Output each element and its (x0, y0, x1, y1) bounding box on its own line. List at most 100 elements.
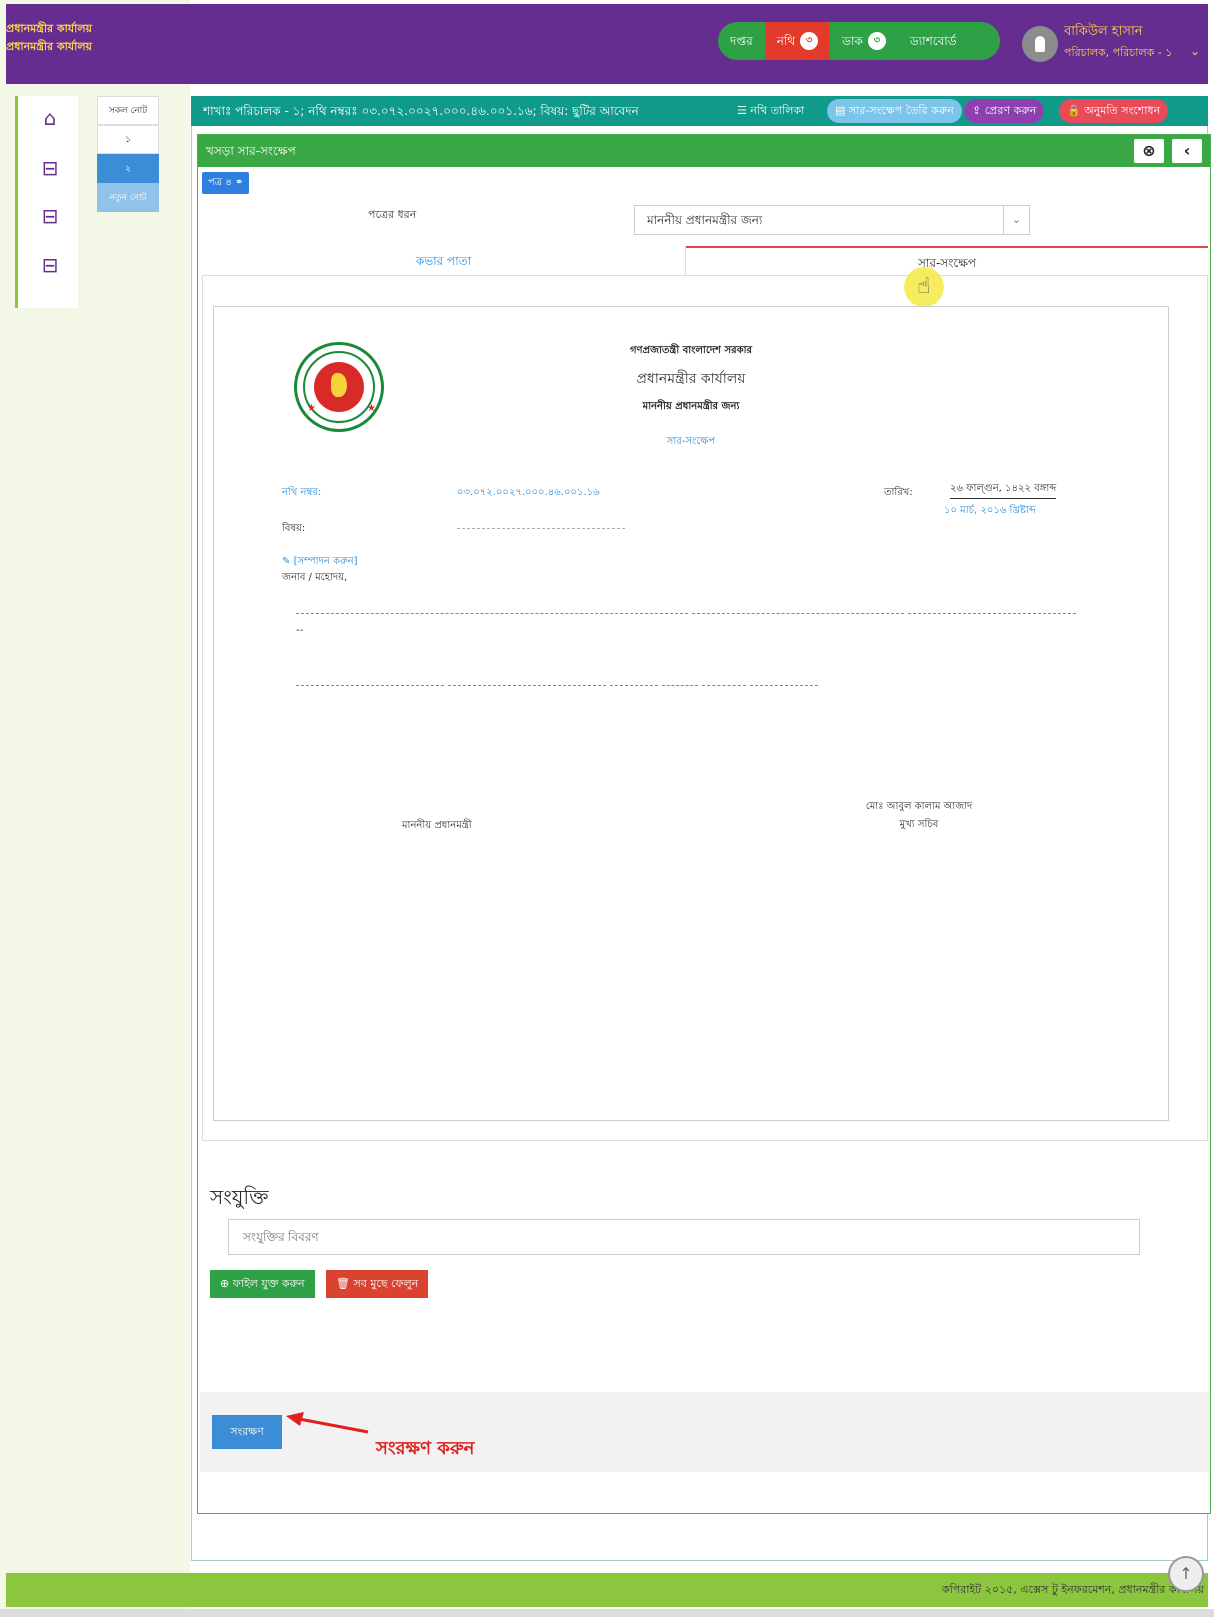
save-bar: সংরক্ষণ সংরক্ষণ করুন (200, 1392, 1210, 1472)
nav-nothi-label: নথি (776, 34, 796, 48)
clear-all-label: সব মুছে ফেলুন (353, 1277, 419, 1290)
panel-title: খসড়া সার-সংক্ষেপ (206, 144, 296, 158)
nav-office[interactable]: দপ্তর (718, 22, 765, 60)
nav-dak[interactable]: ডাক ৩ (830, 22, 898, 60)
dashed-line (908, 613, 1076, 614)
nav-office-label: দপ্তর (730, 34, 753, 48)
close-icon: ⊗ (1142, 141, 1156, 160)
dashed-line (296, 613, 688, 614)
org-line-2: প্রধানমন্ত্রীর কার্যালয় (6, 40, 92, 53)
doc-for: মাননীয় প্রধানমন্ত্রীর জন্য (642, 401, 740, 412)
user-name[interactable]: বাকিউল হাসান (1064, 22, 1142, 43)
send-label: প্রেরণ করুন (984, 104, 1037, 117)
dashed-line (662, 685, 698, 686)
org-line-1: প্রধানমন্ত্রীর কার্যালয় (6, 22, 92, 35)
pencil-icon: ✎ (282, 556, 291, 567)
org-name: প্রধানমন্ত্রীর কার্যালয় প্রধানমন্ত্রীর … (6, 20, 92, 56)
link-icon: ⚭ (235, 177, 244, 188)
doc-nothi-label: নথি নম্বর: (282, 487, 322, 498)
save-callout: সংরক্ষণ করুন (376, 1438, 475, 1459)
nothi-list-button[interactable]: ☰ নথি তালিকা (729, 99, 812, 123)
user-role[interactable]: পরিচালক, পরিচালক - ১ (1064, 44, 1172, 63)
doc-nothi-value: ০৩.০৭২.০০২৭.০০০.৪৬.০০১.১৬ (457, 487, 600, 498)
close-button[interactable]: ⊗ (1134, 139, 1164, 163)
trash-icon: 🗑 (336, 1277, 350, 1290)
note-item[interactable]: ১ (97, 125, 159, 154)
nothi-list-label: নথি তালিকা (750, 104, 805, 117)
dashed-line (692, 613, 904, 614)
send-button[interactable]: ⇪ প্রেরণ করুন (964, 99, 1045, 123)
chevron-left-icon: ‹ (1183, 141, 1191, 160)
new-note-button[interactable]: নতুন নোট (97, 183, 159, 212)
nothi-count-badge: ৩ (800, 32, 819, 50)
doc-date-bangla: ২৬ ফাল্গুন, ১৪২২ বঙ্গাব্দ (950, 481, 1057, 499)
doc-pm: মাননীয় প্রধানমন্ত্রী (402, 820, 472, 831)
all-notes-tab[interactable]: সকল নোট (97, 96, 159, 125)
attachment-description-input[interactable] (228, 1219, 1140, 1255)
notes-list: সকল নোট ১ ২ নতুন নোট (97, 96, 159, 212)
note-item[interactable]: ২ (97, 154, 159, 183)
nav-dashboard-label: ড্যাশবোর্ড (909, 34, 957, 48)
breadcrumb: শাখাঃ পরিচালক - ১; নথি নম্বরঃ ০৩.০৭২.০০২… (203, 104, 639, 118)
back-button[interactable]: ‹ (1172, 139, 1202, 163)
briefcase-icon[interactable]: ⊟ (36, 251, 64, 279)
copyright: কপিরাইট ২০১৫, এক্সেস টু ইনফরমেশন, প্রধান… (941, 1583, 1204, 1596)
user-icon (1035, 36, 1045, 52)
attachments-heading: সংযুক্তি (210, 1185, 269, 1209)
permission-label: অনুমতি সংশোধন (1084, 104, 1161, 117)
doc-secretary-title: মুখ্য সচিব (899, 819, 939, 830)
tab-body: ★ ★ গণপ্রজাতন্ত্রী বাংলাদেশ সরকার প্রধান… (202, 276, 1208, 1141)
add-file-label: ফাইল যুক্ত করুন (232, 1277, 305, 1290)
doc-tabs: কভার পাতা সার-সংক্ষেপ (202, 246, 1208, 276)
add-file-button[interactable]: ⊕ ফাইল যুক্ত করুন (210, 1270, 315, 1298)
doc-office: প্রধানমন্ত্রীর কার্যালয় (636, 371, 746, 387)
letter-type-select[interactable]: মাননীয় প্রধানমন্ত্রীর জন্য ⌄ (634, 205, 1030, 235)
chevron-down-icon: ⌄ (1003, 206, 1029, 234)
tab-cover[interactable]: কভার পাতা (202, 246, 686, 276)
clear-all-button[interactable]: 🗑 সব মুছে ফেলুন (326, 1270, 429, 1298)
edit-link-label: [সম্পাদন করুন] (293, 556, 358, 567)
app-footer: কপিরাইট ২০১৫, এক্সেস টু ইনফরমেশন, প্রধান… (6, 1573, 1208, 1607)
top-nav: দপ্তর নথি ৩ ডাক ৩ ড্যাশবোর্ড (718, 22, 1000, 60)
doc-salutation: জনাব / মহোদয়, (282, 572, 348, 583)
dashed-line (448, 685, 606, 686)
arrow-icon (286, 1412, 369, 1434)
doc-secretary-name: মোঃ আবুল কালাম আজাদ (865, 801, 973, 812)
home-icon[interactable]: ⌂ (36, 104, 64, 132)
chevron-down-icon[interactable]: ⌄ (1190, 44, 1200, 58)
doc-government: গণপ্রজাতন্ত্রী বাংলাদেশ সরকার (630, 345, 752, 356)
summary-document: ★ ★ গণপ্রজাতন্ত্রী বাংলাদেশ সরকার প্রধান… (213, 306, 1169, 1121)
dak-count-badge: ৩ (867, 32, 886, 50)
icon-sidebar: ⌂ ⊟ ⊟ ⊟ (15, 96, 78, 308)
nav-nothi[interactable]: নথি ৩ (764, 22, 831, 60)
briefcase-icon[interactable]: ⊟ (36, 154, 64, 182)
doc-dashes: -- (296, 625, 304, 636)
tab-summary[interactable]: সার-সংক্ষেপ (686, 246, 1208, 276)
briefcase-icon[interactable]: ⊟ (36, 202, 64, 230)
create-summary-label: সার-সংক্ষেপ তৈরি করুন (848, 104, 954, 117)
doc-subject-label: বিষয়: (282, 523, 306, 534)
doc-summary-title: সার-সংক্ষেপ (666, 436, 716, 447)
permission-button[interactable]: 🔒 অনুমতি সংশোধন (1059, 99, 1169, 123)
create-summary-button[interactable]: ▤ সার-সংক্ষেপ তৈরি করুন (827, 99, 962, 123)
doc-date-english: ১০ মার্চ, ২০১৬ খ্রিষ্টাব্দ (944, 505, 1036, 516)
doc-date-label: তারিখ: (884, 487, 913, 498)
edit-link[interactable]: ✎ [সম্পাদন করুন] (282, 554, 358, 571)
dashed-line (610, 685, 658, 686)
horizontal-scrollbar[interactable] (0, 1609, 1214, 1617)
nav-dashboard[interactable]: ড্যাশবোর্ড (898, 22, 969, 60)
dashed-line (296, 685, 444, 686)
letter-type-label: পত্রের ধরন (368, 208, 417, 221)
avatar[interactable] (1022, 26, 1058, 62)
letter-tag[interactable]: পত্র ৪ ⚭ (202, 172, 250, 194)
save-button[interactable]: সংরক্ষণ (212, 1415, 282, 1449)
panel-title-bar: খসড়া সার-সংক্ষেপ ⊗ ‹ (198, 135, 1210, 167)
scroll-top-button[interactable]: ↑ (1168, 1556, 1204, 1592)
plus-circle-icon: ⊕ (220, 1277, 230, 1290)
nav-dak-label: ডাক (842, 34, 863, 48)
letter-type-value: মাননীয় প্রধানমন্ত্রীর জন্য (647, 213, 763, 227)
doc-subject-line (457, 528, 625, 529)
dashed-line (702, 685, 746, 686)
arrow-up-icon: ↑ (1179, 1564, 1193, 1583)
nothi-topbar: শাখাঃ পরিচালক - ১; নথি নম্বরঃ ০৩.০৭২.০০২… (191, 96, 1208, 126)
